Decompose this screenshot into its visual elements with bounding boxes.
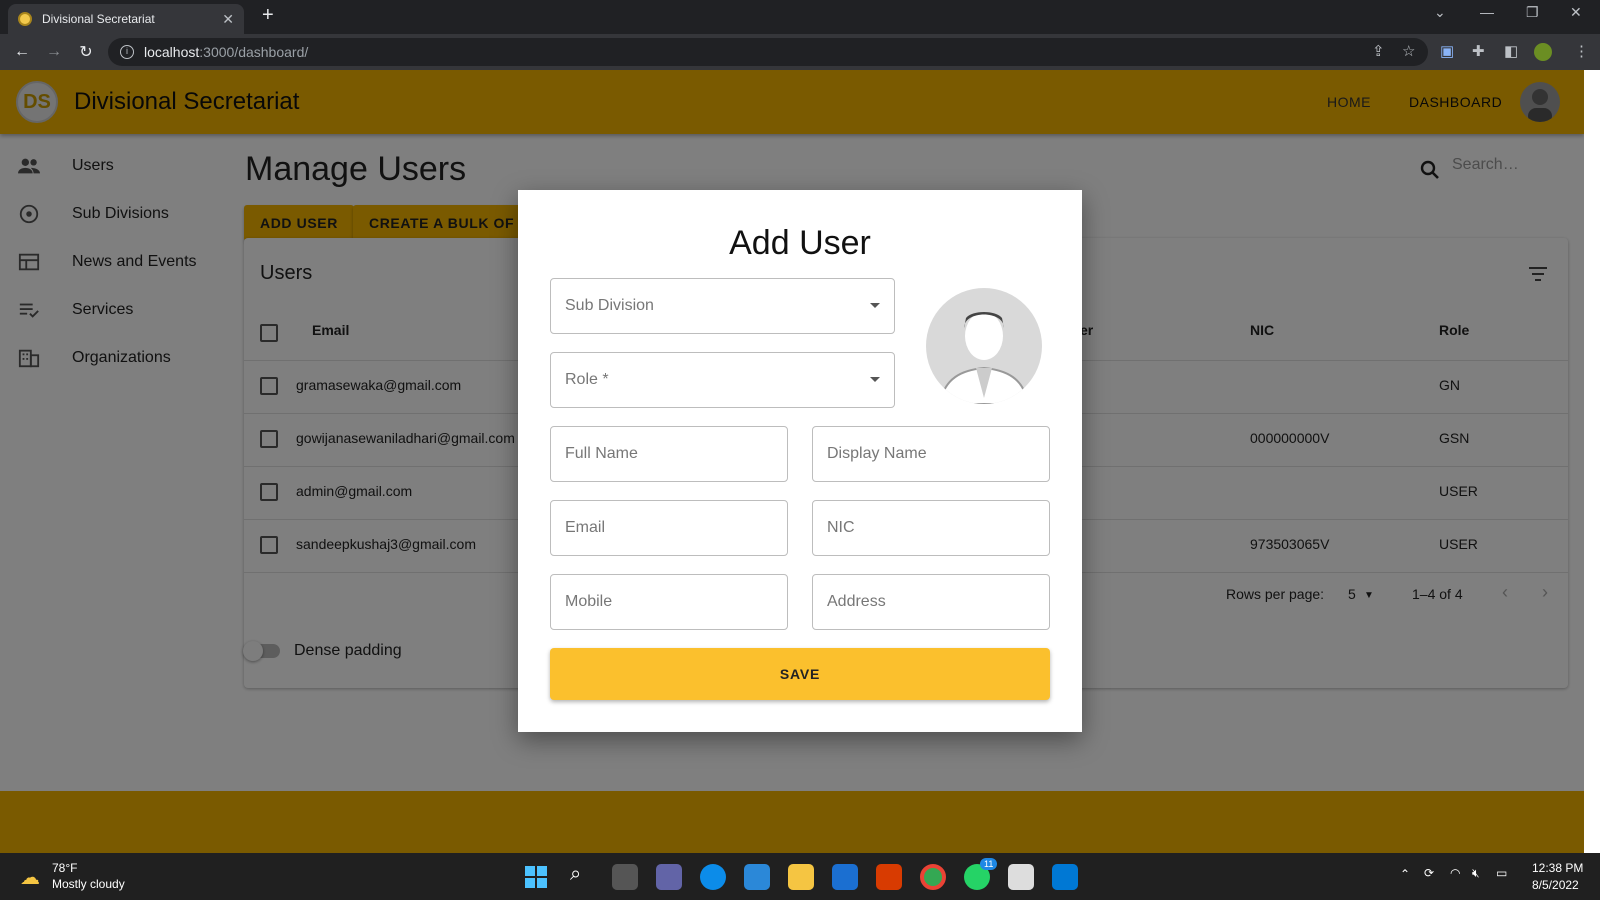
windows-taskbar: ☁ 78°F Mostly cloudy ⌕ 11 ⌃ ⟳ ◠ 🔇︎ ▭ 12:… [0, 853, 1600, 900]
close-window-icon[interactable]: ✕ [1570, 4, 1582, 21]
reload-icon[interactable]: ↻ [70, 42, 102, 62]
field-label: Full Name [565, 445, 638, 462]
side-panel-icon[interactable]: ◧ [1504, 42, 1518, 60]
field-label: Role * [565, 371, 609, 388]
teams-chat-icon[interactable] [656, 864, 682, 890]
office-icon[interactable] [876, 864, 902, 890]
file-explorer-icon[interactable] [788, 864, 814, 890]
minimize-icon[interactable]: — [1480, 4, 1494, 20]
tab-title: Divisional Secretariat [42, 12, 155, 26]
edge-browser-icon[interactable] [700, 864, 726, 890]
share-icon[interactable]: ⇪ [1372, 42, 1385, 60]
url-host: localhost [144, 44, 200, 60]
nic-field[interactable]: NIC [812, 500, 1050, 556]
clock-time[interactable]: 12:38 PM [1532, 861, 1583, 875]
restore-icon[interactable]: ❐ [1526, 4, 1539, 21]
menu-kebab-icon[interactable]: ⋮ [1574, 42, 1589, 60]
sub-division-select[interactable]: Sub Division [550, 278, 895, 334]
save-button[interactable]: SAVE [550, 648, 1050, 700]
wifi-icon[interactable]: ◠ [1450, 866, 1460, 880]
close-tab-icon[interactable]: ✕ [222, 11, 234, 28]
sync-icon[interactable]: ⟳ [1424, 866, 1434, 880]
tab-search-icon[interactable]: ⌄ [1434, 4, 1446, 21]
vscode-icon[interactable] [1052, 864, 1078, 890]
email-field[interactable]: Email [550, 500, 788, 556]
person-silhouette-icon [938, 312, 1030, 404]
role-select[interactable]: Role * [550, 352, 895, 408]
field-label: Mobile [565, 593, 613, 610]
add-user-dialog: Add User Sub Division Role * Full Name D… [518, 190, 1082, 732]
battery-icon[interactable]: ▭ [1496, 866, 1507, 880]
task-view-icon[interactable] [612, 864, 638, 890]
display-name-field[interactable]: Display Name [812, 426, 1050, 482]
taskbar-search-icon[interactable]: ⌕ [570, 863, 581, 886]
notification-badge: 11 [980, 858, 998, 870]
extensions-puzzle-icon[interactable]: ✚ [1472, 42, 1485, 60]
snipping-tool-icon[interactable] [1008, 864, 1034, 890]
dialog-title: Add User [729, 224, 871, 262]
mobile-field[interactable]: Mobile [550, 574, 788, 630]
microsoft-store-icon[interactable] [744, 864, 770, 890]
mail-icon[interactable] [832, 864, 858, 890]
field-label: Sub Division [565, 297, 654, 314]
favicon-icon [18, 12, 32, 26]
new-tab-icon[interactable]: + [262, 4, 274, 27]
field-label: Address [827, 593, 886, 610]
dropdown-arrow-icon [870, 377, 880, 382]
tray-chevron-icon[interactable]: ⌃ [1400, 867, 1410, 881]
address-bar[interactable]: i localhost :3000/dashboard/ [108, 38, 1428, 66]
weather-icon[interactable]: ☁ [20, 865, 40, 890]
field-label: Email [565, 519, 606, 536]
browser-tab-strip: Divisional Secretariat ✕ + ⌄ — ❐ ✕ [0, 0, 1600, 34]
chrome-icon[interactable] [920, 864, 946, 890]
volume-muted-icon[interactable]: 🔇︎ [1472, 866, 1480, 881]
field-label: Display Name [827, 445, 927, 462]
profile-photo-avatar[interactable] [926, 288, 1042, 404]
url-path: :3000/dashboard/ [199, 44, 309, 60]
browser-toolbar: ← → ↻ i localhost :3000/dashboard/ ⇪ ☆ ▣… [0, 34, 1600, 70]
browser-tab[interactable]: Divisional Secretariat ✕ [8, 4, 244, 34]
bookmark-star-icon[interactable]: ☆ [1402, 42, 1415, 60]
extension-screen-icon[interactable]: ▣ [1440, 42, 1454, 60]
full-name-field[interactable]: Full Name [550, 426, 788, 482]
windows-start-icon[interactable] [524, 865, 548, 889]
app-viewport: DS Divisional Secretariat HOME DASHBOARD… [0, 70, 1584, 853]
clock-date[interactable]: 8/5/2022 [1532, 878, 1579, 892]
weather-temp[interactable]: 78°F [52, 861, 77, 875]
field-label: NIC [827, 519, 855, 536]
profile-avatar-icon[interactable] [1534, 43, 1552, 61]
dropdown-arrow-icon [870, 303, 880, 308]
site-info-icon[interactable]: i [120, 45, 134, 59]
back-icon[interactable]: ← [6, 43, 38, 61]
weather-desc[interactable]: Mostly cloudy [52, 877, 125, 891]
address-field[interactable]: Address [812, 574, 1050, 630]
forward-icon[interactable]: → [38, 43, 70, 61]
